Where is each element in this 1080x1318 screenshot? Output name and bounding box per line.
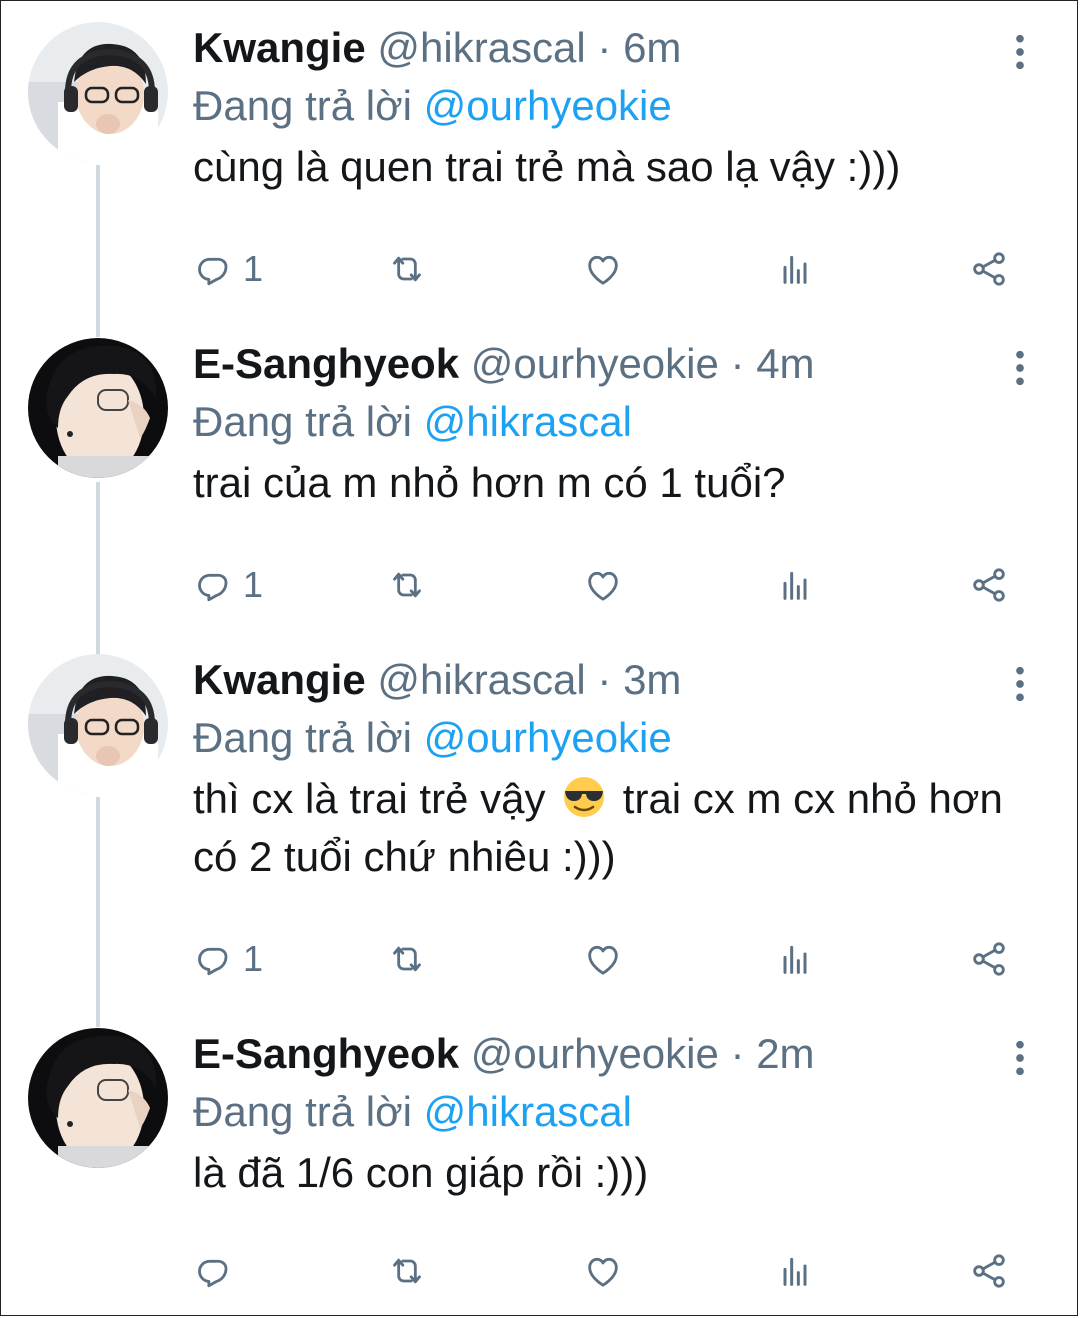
avatar[interactable] bbox=[28, 22, 168, 162]
share-icon bbox=[969, 939, 1009, 979]
mention-link[interactable]: @ourhyeokie bbox=[424, 714, 672, 761]
replying-to-label: Đang trả lời bbox=[193, 398, 412, 445]
more-options-icon[interactable] bbox=[1000, 348, 1040, 388]
retweet-button[interactable] bbox=[387, 560, 427, 610]
reply-count: 1 bbox=[243, 938, 264, 979]
reply-icon bbox=[193, 249, 233, 289]
retweet-icon bbox=[387, 1251, 427, 1291]
stats-icon bbox=[775, 249, 815, 289]
heart-icon bbox=[583, 249, 623, 289]
like-button[interactable] bbox=[583, 1246, 623, 1296]
replying-to: Đang trả lời @hikrascal bbox=[193, 1086, 632, 1138]
like-button[interactable] bbox=[583, 244, 623, 294]
tweet-text: trai của m nhỏ hơn m có 1 tuổi? bbox=[193, 459, 786, 506]
user-handle[interactable]: @ourhyeokie bbox=[471, 1030, 719, 1077]
retweet-button[interactable] bbox=[387, 934, 427, 984]
share-icon bbox=[969, 565, 1009, 605]
avatar[interactable] bbox=[28, 338, 168, 478]
timestamp[interactable]: 6m bbox=[623, 24, 681, 71]
analytics-button[interactable] bbox=[775, 1246, 815, 1296]
share-icon bbox=[969, 1251, 1009, 1291]
stats-icon bbox=[775, 939, 815, 979]
retweet-button[interactable] bbox=[387, 244, 427, 294]
display-name[interactable]: Kwangie bbox=[193, 656, 366, 703]
tweet-header: Kwangie @hikrascal · 3m bbox=[193, 654, 681, 706]
mention-link[interactable]: @hikrascal bbox=[424, 398, 632, 445]
reply-button[interactable]: 1 bbox=[193, 560, 263, 610]
replying-to-label: Đang trả lời bbox=[193, 82, 412, 129]
timestamp[interactable]: 4m bbox=[756, 340, 814, 387]
tweet-text-part: thì cx là trai trẻ vậy bbox=[193, 775, 546, 822]
tweet-text: cùng là quen trai trẻ mà sao lạ vậy :))) bbox=[193, 143, 901, 190]
share-button[interactable] bbox=[969, 1246, 1009, 1296]
display-name[interactable]: Kwangie bbox=[193, 24, 366, 71]
reply-count: 1 bbox=[243, 564, 264, 605]
share-icon bbox=[969, 249, 1009, 289]
share-button[interactable] bbox=[969, 934, 1009, 984]
thread-line bbox=[96, 165, 100, 337]
tweet-actions: 1 bbox=[193, 560, 1023, 610]
share-button[interactable] bbox=[969, 560, 1009, 610]
separator-dot: · bbox=[730, 340, 745, 387]
thread-line bbox=[96, 797, 100, 1027]
reply-button[interactable] bbox=[193, 1246, 243, 1296]
heart-icon bbox=[583, 565, 623, 605]
timestamp[interactable]: 3m bbox=[623, 656, 681, 703]
replying-to-label: Đang trả lời bbox=[193, 714, 412, 761]
separator-dot: · bbox=[730, 1030, 745, 1077]
mention-link[interactable]: @ourhyeokie bbox=[424, 82, 672, 129]
like-button[interactable] bbox=[583, 560, 623, 610]
tweet-text: là đã 1/6 con giáp rồi :))) bbox=[193, 1149, 649, 1196]
tweet-actions: 1 bbox=[193, 244, 1023, 294]
timestamp[interactable]: 2m bbox=[756, 1030, 814, 1077]
analytics-button[interactable] bbox=[775, 934, 815, 984]
reply-button[interactable]: 1 bbox=[193, 934, 263, 984]
tweet-actions bbox=[193, 1246, 1023, 1296]
retweet-button[interactable] bbox=[387, 1246, 427, 1296]
smiling-face-with-sunglasses-icon bbox=[557, 775, 611, 819]
avatar[interactable] bbox=[28, 654, 168, 794]
replying-to: Đang trả lời @ourhyeokie bbox=[193, 712, 672, 764]
tweet-header: E-Sanghyeok @ourhyeokie · 2m bbox=[193, 1028, 815, 1080]
tweet-actions: 1 bbox=[193, 934, 1023, 984]
heart-icon bbox=[583, 1251, 623, 1291]
retweet-icon bbox=[387, 565, 427, 605]
avatar[interactable] bbox=[28, 1028, 168, 1168]
tweet-header: E-Sanghyeok @ourhyeokie · 4m bbox=[193, 338, 815, 390]
stats-icon bbox=[775, 1251, 815, 1291]
reply-button[interactable]: 1 bbox=[193, 244, 263, 294]
retweet-icon bbox=[387, 249, 427, 289]
like-button[interactable] bbox=[583, 934, 623, 984]
user-handle[interactable]: @hikrascal bbox=[377, 24, 585, 71]
analytics-button[interactable] bbox=[775, 560, 815, 610]
more-options-icon[interactable] bbox=[1000, 1038, 1040, 1078]
more-options-icon[interactable] bbox=[1000, 32, 1040, 72]
heart-icon bbox=[583, 939, 623, 979]
reply-icon bbox=[193, 565, 233, 605]
reply-icon bbox=[193, 939, 233, 979]
analytics-button[interactable] bbox=[775, 244, 815, 294]
user-handle[interactable]: @ourhyeokie bbox=[471, 340, 719, 387]
replying-to: Đang trả lời @hikrascal bbox=[193, 396, 632, 448]
share-button[interactable] bbox=[969, 244, 1009, 294]
display-name[interactable]: E-Sanghyeok bbox=[193, 1030, 459, 1077]
mention-link[interactable]: @hikrascal bbox=[424, 1088, 632, 1135]
display-name[interactable]: E-Sanghyeok bbox=[193, 340, 459, 387]
user-handle[interactable]: @hikrascal bbox=[377, 656, 585, 703]
reply-count: 1 bbox=[243, 248, 264, 289]
tweet-header: Kwangie @hikrascal · 6m bbox=[193, 22, 681, 74]
separator-dot: · bbox=[597, 24, 612, 71]
thread-line bbox=[96, 482, 100, 654]
replying-to-label: Đang trả lời bbox=[193, 1088, 412, 1135]
tweet-text: thì cx là trai trẻ vậy trai cx m cx nhỏ … bbox=[193, 770, 1043, 886]
stats-icon bbox=[775, 565, 815, 605]
separator-dot: · bbox=[597, 656, 612, 703]
retweet-icon bbox=[387, 939, 427, 979]
reply-icon bbox=[193, 1251, 233, 1291]
replying-to: Đang trả lời @ourhyeokie bbox=[193, 80, 672, 132]
more-options-icon[interactable] bbox=[1000, 664, 1040, 704]
